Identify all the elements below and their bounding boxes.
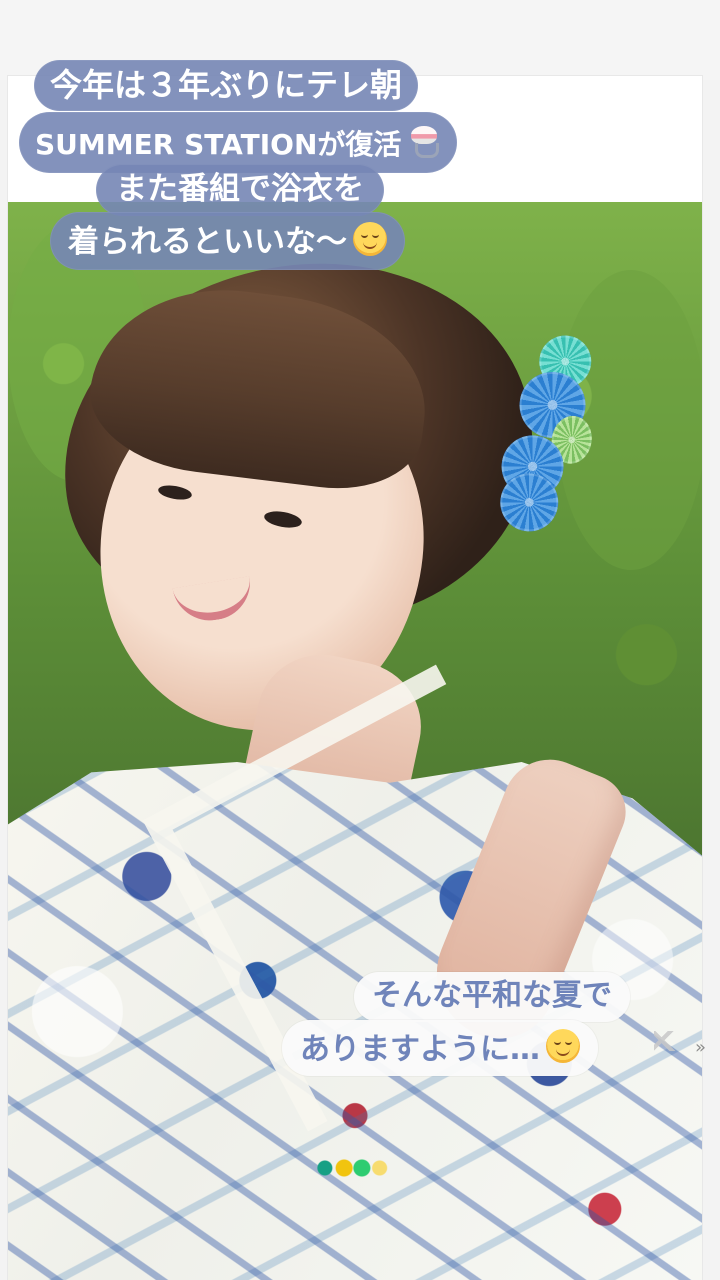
top-caption-line-1-text: 今年は３年ぶりにテレ朝: [50, 66, 403, 104]
shaved-ice-emoji-icon: [407, 124, 441, 158]
top-caption-line-4: 着られるといいな〜: [50, 212, 405, 270]
top-caption-line-3-text: また番組で浴衣を: [116, 171, 364, 207]
bottom-caption-line-1-text: そんな平和な夏で: [372, 978, 612, 1013]
bottom-caption-group: そんな平和な夏で ありますように… »: [282, 972, 714, 1078]
top-caption-line-3: また番組で浴衣を: [96, 164, 384, 216]
top-caption-line-4-text: 着られるといいな〜: [68, 224, 347, 260]
story-screen: 今年は３年ぶりにテレ朝 SUMMER STATIONが復活 また番組で浴衣を 着…: [0, 0, 720, 1280]
quote-mark: »: [694, 1037, 706, 1058]
dove-icon: [650, 1025, 692, 1063]
bottom-caption-line-2-text: ありますように…: [300, 1032, 540, 1067]
smiling-face-emoji-icon: [353, 222, 387, 256]
portrait-photo: [8, 202, 702, 1280]
top-caption-line-1: 今年は３年ぶりにテレ朝: [34, 60, 419, 111]
top-caption-line-2-text: SUMMER STATIONが復活: [35, 128, 402, 161]
beaded-bracelet: [316, 1154, 390, 1182]
bottom-caption-line-1: そんな平和な夏で: [354, 972, 630, 1022]
relieved-face-emoji-icon: [546, 1029, 580, 1063]
bottom-caption-line-2: ありますように…: [282, 1020, 598, 1076]
